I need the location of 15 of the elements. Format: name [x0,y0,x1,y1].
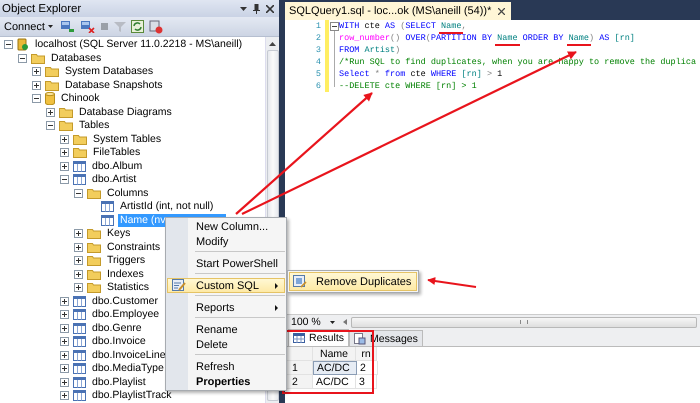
code-line: FROM Artist) [339,44,402,56]
line-number: 2 [314,32,321,44]
line-number: 4 [314,56,321,68]
code-line: WITH cte AS (SELECT Name, [339,20,696,32]
panel-title: Object Explorer [2,2,82,14]
code-line: --DELETE cte WHERE [rn] > 1 [339,80,478,92]
line-number: 6 [314,80,321,92]
document-tab-title: SQLQuery1.sql - loc...ok (MS\aneill (54))* [289,5,492,17]
row-number: 2 [286,375,313,389]
row-number: 1 [286,361,313,375]
code-line: Select * from cte WHERE [rn] > 1 [339,68,504,80]
line-number: 3 [314,44,321,56]
line-number: 5 [314,68,321,80]
line-number: 1 [314,20,321,32]
code-line: row_number() OVER(PARTITION BY Name ORDER BY Name) AS [rn] [339,32,696,44]
